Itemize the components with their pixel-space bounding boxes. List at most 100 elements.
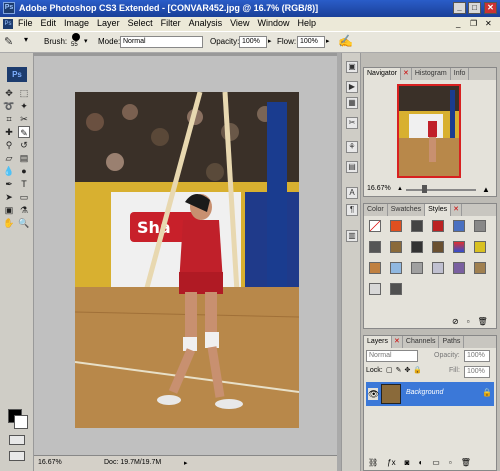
canvas-area[interactable]: Sha [34, 56, 337, 455]
background-color-swatch[interactable] [14, 415, 28, 429]
zoom-out-icon[interactable]: ▲ [397, 186, 403, 192]
tab-swatches[interactable]: Swatches [388, 204, 426, 216]
tool-presets-panel-icon[interactable]: ✂ [346, 117, 358, 129]
tab-histogram[interactable]: Histogram [412, 68, 451, 80]
menu-layer[interactable]: Layer [97, 18, 120, 28]
notes-tool-icon[interactable]: ▣ [3, 204, 15, 216]
style-swatch[interactable] [390, 283, 402, 295]
clone-stamp-tool-icon[interactable]: ⚲ [3, 139, 15, 151]
crop-tool-icon[interactable]: ⌗ [3, 113, 15, 125]
tab-layers[interactable]: Layers [364, 336, 393, 348]
style-swatch[interactable] [474, 262, 486, 274]
slice-tool-icon[interactable]: ✂ [18, 113, 30, 125]
tab-color[interactable]: Color [364, 204, 388, 216]
history-brush-tool-icon[interactable]: ↺ [18, 139, 30, 151]
style-swatch[interactable] [474, 220, 486, 232]
new-style-icon[interactable]: ▫ [467, 317, 470, 326]
tab-channels[interactable]: Channels [403, 336, 440, 348]
style-swatch[interactable] [411, 220, 423, 232]
eraser-tool-icon[interactable]: ▱ [3, 152, 15, 164]
zoom-slider-thumb[interactable] [422, 185, 427, 193]
doc-close-button[interactable]: ✕ [485, 19, 492, 28]
lock-all-icon[interactable]: 🔒 [413, 366, 422, 374]
flow-field[interactable]: 100% [297, 36, 325, 48]
type-tool-icon[interactable]: T [18, 178, 30, 190]
lock-pixels-icon[interactable]: ✎ [396, 366, 402, 374]
layer-mask-icon[interactable]: ◙ [405, 458, 410, 467]
lasso-tool-icon[interactable]: ➰ [3, 100, 15, 112]
magic-wand-tool-icon[interactable]: ✦ [18, 100, 30, 112]
dodge-tool-icon[interactable]: ● [18, 165, 30, 177]
menu-file[interactable]: File [18, 18, 33, 28]
character-panel-icon[interactable]: A [346, 187, 358, 199]
minimize-button[interactable]: _ [453, 2, 466, 14]
delete-style-icon[interactable]: 🗑 [478, 317, 488, 326]
zoom-in-icon[interactable]: ▲ [482, 185, 490, 194]
style-swatch[interactable] [369, 283, 381, 295]
info-panel-icon[interactable]: ▶ [346, 81, 358, 93]
tab-close-icon[interactable]: ✕ [392, 336, 403, 348]
style-swatch[interactable] [453, 262, 465, 274]
opacity-arrow-icon[interactable]: ▸ [268, 37, 272, 45]
clone-source-panel-icon[interactable]: ▤ [346, 161, 358, 173]
airbrush-icon[interactable]: ✍ [338, 34, 353, 48]
tab-close-icon[interactable]: ✕ [401, 68, 412, 80]
style-swatch[interactable] [390, 241, 402, 253]
tab-navigator[interactable]: Navigator [364, 68, 401, 80]
doc-restore-button[interactable]: ❐ [470, 19, 477, 28]
status-menu-arrow-icon[interactable]: ▸ [184, 459, 188, 467]
quick-mask-icon[interactable] [9, 435, 25, 445]
style-swatch[interactable] [474, 241, 486, 253]
style-swatch-none[interactable] [369, 220, 381, 232]
zoom-tool-icon[interactable]: 🔍 [18, 217, 30, 229]
paragraph-panel-icon[interactable]: ¶ [346, 204, 358, 216]
brush-preview-icon[interactable] [72, 33, 80, 41]
pen-tool-icon[interactable]: ✒ [3, 178, 15, 190]
navigator-panel-icon[interactable]: ▣ [346, 61, 358, 73]
delete-layer-icon[interactable]: 🗑 [461, 458, 471, 467]
tab-info[interactable]: Info [451, 68, 470, 80]
mode-select[interactable]: Normal [120, 36, 203, 48]
zoom-slider[interactable] [406, 189, 476, 191]
doc-minimize-button[interactable]: _ [456, 19, 460, 28]
brush-tool-icon[interactable]: ✎ [4, 35, 13, 48]
shape-tool-icon[interactable]: ▭ [18, 191, 30, 203]
eyedropper-tool-icon[interactable]: ⚗ [18, 204, 30, 216]
document-icon[interactable]: Ps [3, 19, 13, 29]
style-swatch[interactable] [432, 262, 444, 274]
clear-style-icon[interactable]: ⊘ [452, 317, 459, 326]
brush-picker-arrow-icon[interactable]: ▾ [84, 37, 88, 45]
new-group-icon[interactable]: ▭ [432, 458, 440, 467]
style-swatch[interactable] [453, 241, 465, 253]
layer-comps-panel-icon[interactable]: ▥ [346, 230, 358, 242]
gradient-tool-icon[interactable]: ▤ [18, 152, 30, 164]
menu-view[interactable]: View [230, 18, 249, 28]
tab-close-icon[interactable]: ✕ [451, 204, 463, 216]
menu-help[interactable]: Help [297, 18, 316, 28]
layer-row-background[interactable]: 👁 Background 🔒 [366, 382, 494, 406]
style-swatch[interactable] [369, 241, 381, 253]
new-layer-icon[interactable]: ▫ [449, 458, 452, 467]
status-zoom[interactable]: 16.67% [38, 459, 62, 466]
lock-transparency-icon[interactable]: ▢ [386, 366, 393, 374]
brush-tool-icon-active[interactable]: ✎ [18, 126, 30, 138]
menu-select[interactable]: Select [128, 18, 153, 28]
menu-window[interactable]: Window [257, 18, 289, 28]
screen-mode-icon[interactable] [9, 451, 25, 461]
menu-edit[interactable]: Edit [41, 18, 57, 28]
path-selection-tool-icon[interactable]: ➤ [3, 191, 15, 203]
tab-styles[interactable]: Styles [425, 204, 452, 216]
hand-tool-icon[interactable]: ✋ [3, 217, 15, 229]
menu-filter[interactable]: Filter [161, 18, 181, 28]
flow-arrow-icon[interactable]: ▸ [326, 37, 330, 45]
style-swatch[interactable] [453, 220, 465, 232]
navigator-zoom-value[interactable]: 16.67% [367, 185, 391, 192]
menu-analysis[interactable]: Analysis [189, 18, 223, 28]
style-swatch[interactable] [390, 262, 402, 274]
brushes-panel-icon[interactable]: ⚘ [346, 141, 358, 153]
style-swatch[interactable] [369, 262, 381, 274]
menu-image[interactable]: Image [64, 18, 89, 28]
style-swatch[interactable] [432, 241, 444, 253]
adjustment-layer-icon[interactable]: ◐ [418, 458, 423, 467]
layer-name[interactable]: Background [406, 389, 443, 396]
